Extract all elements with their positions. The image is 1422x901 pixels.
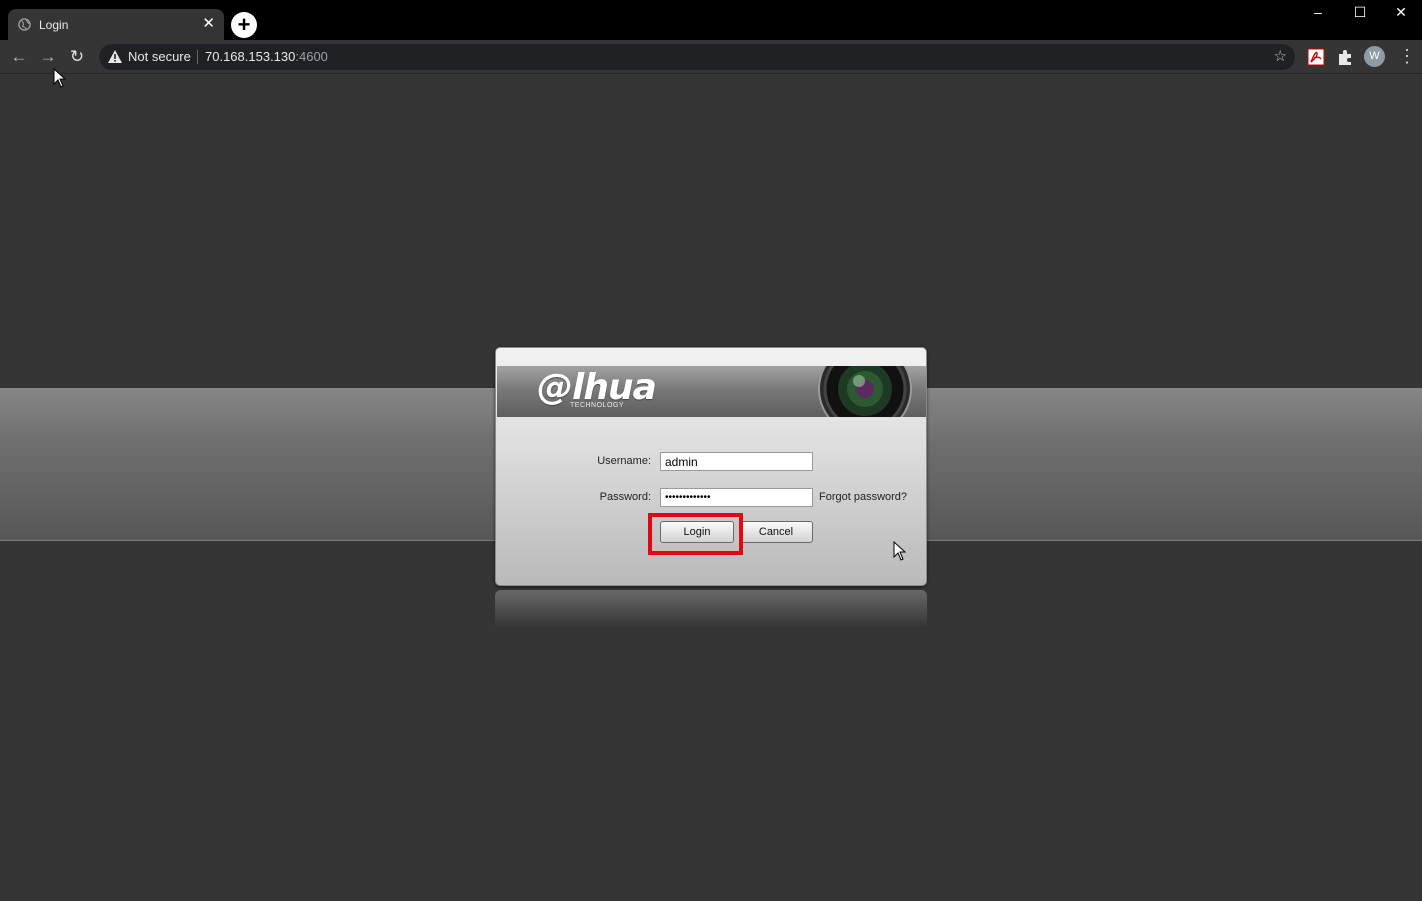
camera-lens-icon <box>818 366 912 417</box>
cancel-button[interactable]: Cancel <box>739 521 813 543</box>
back-arrow-icon[interactable]: ← <box>9 47 29 67</box>
mouse-cursor-icon <box>53 68 67 88</box>
bookmark-star-icon[interactable]: ☆ <box>1274 47 1287 65</box>
new-tab-button[interactable]: + <box>231 12 257 38</box>
tab-title: Login <box>39 18 69 32</box>
security-status[interactable]: Not secure <box>128 49 191 64</box>
close-tab-icon[interactable]: ✕ <box>202 16 215 31</box>
logo-tagline: TECHNOLOGY <box>570 402 625 409</box>
url-text[interactable]: 70.168.153.130:4600 <box>205 49 328 64</box>
username-input[interactable] <box>660 452 813 471</box>
profile-avatar[interactable]: W <box>1364 46 1385 67</box>
browser-toolbar: ← → ↻ Not secure 70.168.153.130:4600 ☆ <box>0 40 1422 74</box>
reload-icon[interactable]: ↻ <box>67 47 87 67</box>
browser-menu-icon[interactable]: ⋮ <box>1398 45 1416 67</box>
password-input[interactable] <box>660 488 813 507</box>
pdf-extension-icon[interactable] <box>1306 47 1326 67</box>
close-window-icon[interactable]: ✕ <box>1380 0 1422 24</box>
minimize-window-icon[interactable]: – <box>1297 0 1339 24</box>
forward-arrow-icon[interactable]: → <box>38 47 58 67</box>
extensions-puzzle-icon[interactable] <box>1335 47 1355 67</box>
warning-triangle-icon[interactable] <box>108 50 122 63</box>
url-host: 70.168.153.130 <box>205 49 296 64</box>
login-dialog: @lhua TECHNOLOGY Username: Password: For… <box>495 347 927 586</box>
dialog-reflection <box>495 590 927 628</box>
maximize-window-icon[interactable]: ☐ <box>1339 0 1381 24</box>
forgot-password-link[interactable]: Forgot password? <box>819 491 907 503</box>
globe-icon <box>18 18 31 31</box>
tab-strip: Login ✕ + – ☐ ✕ <box>0 0 1422 40</box>
address-bar[interactable]: Not secure 70.168.153.130:4600 ☆ <box>99 44 1295 70</box>
mouse-cursor-icon <box>893 541 907 561</box>
login-highlight-box <box>648 513 743 555</box>
address-divider <box>197 50 198 64</box>
password-label: Password: <box>599 491 651 503</box>
brand-banner: @lhua TECHNOLOGY <box>497 366 926 417</box>
username-label: Username: <box>597 455 651 467</box>
tab-login[interactable]: Login ✕ <box>8 9 224 40</box>
url-port: :4600 <box>295 49 328 64</box>
